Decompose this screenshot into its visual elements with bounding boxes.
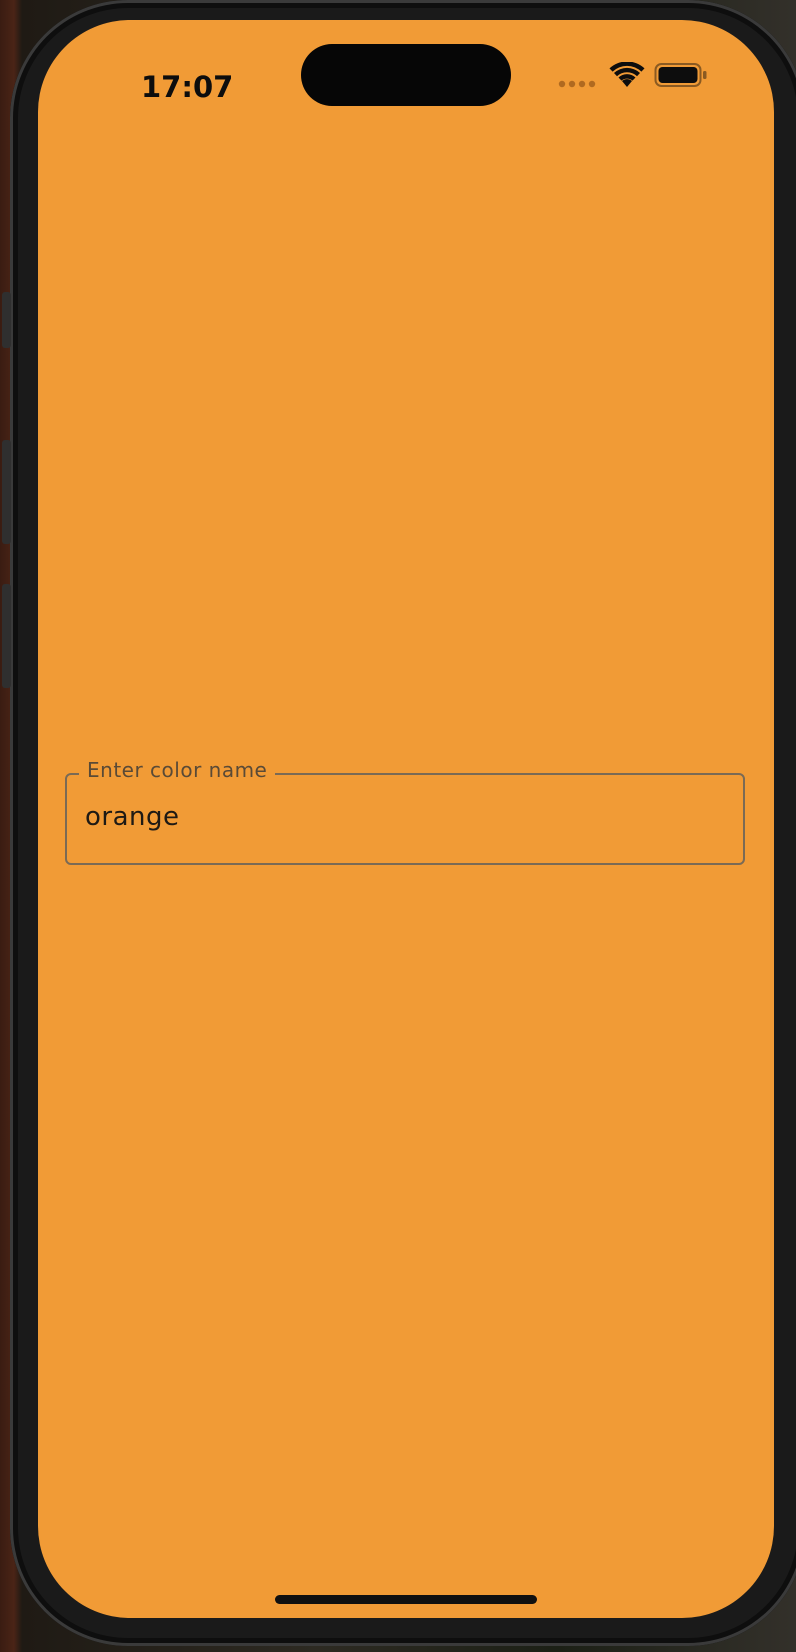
home-indicator[interactable]	[275, 1595, 537, 1604]
app-screen: 17:07 Enter color name orange	[38, 20, 774, 1618]
action-button	[2, 292, 11, 348]
status-time: 17:07	[141, 70, 234, 104]
wifi-icon	[609, 62, 645, 87]
volume-down-button	[2, 584, 11, 688]
color-name-input-value[interactable]: orange	[85, 802, 180, 832]
color-name-label: Enter color name	[79, 758, 276, 782]
battery-icon	[654, 63, 707, 87]
cellular-signal-icon	[558, 80, 596, 88]
dynamic-island	[301, 44, 511, 106]
volume-up-button	[2, 440, 11, 544]
color-name-field[interactable]: Enter color name orange	[65, 758, 745, 865]
